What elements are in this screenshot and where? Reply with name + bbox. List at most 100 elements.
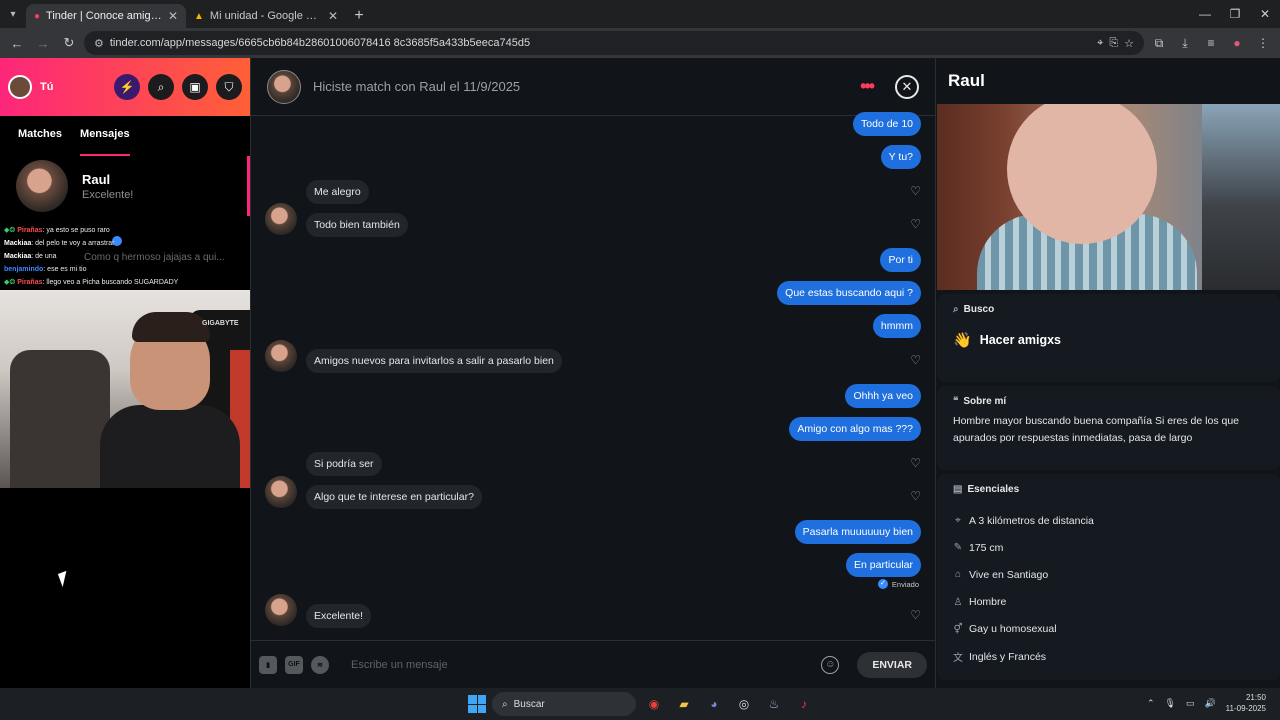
tiktok-icon[interactable]: ♪: [792, 692, 816, 716]
reading-list-icon[interactable]: ≡: [1200, 36, 1222, 50]
profile-icon[interactable]: ●: [1226, 36, 1248, 50]
clock[interactable]: 21:50 11-09-2025: [1226, 692, 1266, 714]
photo-laptop: [1202, 104, 1280, 290]
sent-status: ✓ Enviado: [877, 579, 919, 589]
address-bar[interactable]: ⚙ tinder.com/app/messages/6665cb6b84b286…: [84, 31, 1144, 55]
location-pin-icon: ⌖: [955, 515, 961, 527]
conversation-name: Raul: [82, 171, 111, 187]
close-tab-icon[interactable]: ✕: [168, 9, 178, 23]
message-avatar: [265, 476, 297, 508]
steam-icon[interactable]: ♨: [762, 692, 786, 716]
tab-mensajes[interactable]: Mensajes: [80, 128, 130, 156]
message-out: Todo de 10: [853, 112, 921, 136]
windows-start-icon[interactable]: [468, 695, 486, 713]
essential-text: Gay u homosexual: [969, 623, 1057, 636]
tab-google-drive[interactable]: ▲ Mi unidad - Google Drive ✕: [186, 4, 346, 28]
reload-icon[interactable]: ↻: [58, 35, 80, 51]
message-input[interactable]: [351, 658, 814, 671]
essentials-title: ▤ Esenciales: [953, 484, 1264, 495]
webcam-streamer-hair: [132, 312, 210, 342]
message-out: Pasarla muuuuuuy bien: [794, 520, 921, 544]
explore-icon[interactable]: ⌕: [148, 74, 174, 100]
tab-matches[interactable]: Matches: [18, 128, 62, 156]
waving-hand-icon: 👋: [953, 332, 972, 349]
essential-text: Inglés y Francés: [969, 650, 1047, 663]
spotify-icon[interactable]: ≋: [311, 655, 329, 674]
match-avatar[interactable]: [267, 69, 301, 104]
person-icon: ♙: [953, 596, 963, 608]
message-in: Algo que te interese en particular?: [306, 485, 482, 509]
download-icon[interactable]: ⤓: [1174, 36, 1196, 51]
essential-distance: ⌖ A 3 kilómetros de distancia: [953, 507, 1264, 534]
extensions-icon[interactable]: ⧉: [1148, 36, 1170, 51]
like-heart-icon[interactable]: ♡: [910, 608, 921, 622]
gif-button[interactable]: GIF: [285, 655, 303, 674]
chat-text: : ese es mi tio: [43, 266, 87, 273]
install-app-icon[interactable]: ⎘: [1109, 37, 1118, 50]
chat-text: : ya esto se puso raro: [42, 227, 110, 234]
chat-nick: Pirañas: [17, 227, 43, 234]
conversation-item-raul[interactable]: Raul Excelente!: [0, 156, 250, 216]
essential-text: A 3 kilómetros de distancia: [969, 514, 1094, 527]
chrome-icon[interactable]: ◉: [642, 692, 666, 716]
more-menu-icon[interactable]: ⋮: [1252, 36, 1274, 50]
boost-icon[interactable]: ⚡: [114, 74, 140, 100]
busco-card: ⌕ Busco 👋 Hacer amigxs: [937, 294, 1280, 382]
profile-name: Raul: [948, 71, 985, 90]
user-label[interactable]: Tú: [40, 81, 53, 93]
file-explorer-icon[interactable]: ▰: [672, 692, 696, 716]
tinder-favicon-icon: ●: [34, 10, 41, 22]
new-tab-button[interactable]: +: [346, 4, 372, 28]
like-heart-icon[interactable]: ♡: [910, 217, 921, 231]
busco-title: ⌕ Busco: [953, 304, 1264, 315]
volume-icon[interactable]: 🔊: [1204, 698, 1215, 709]
message-avatar: [265, 340, 297, 372]
taskbar-apps: ⌕ Buscar ◉ ▰ ◕ ◎ ♨ ♪: [468, 692, 816, 716]
taskbar-search[interactable]: ⌕ Buscar: [492, 692, 636, 716]
like-heart-icon[interactable]: ♡: [910, 184, 921, 198]
restore-icon[interactable]: ❐: [1220, 7, 1250, 21]
chat-nick: benjamindo: [4, 266, 44, 273]
emoji-icon[interactable]: ☺: [821, 655, 840, 674]
display-icon[interactable]: ▭: [1186, 698, 1195, 709]
essential-height: ✎ 175 cm: [953, 534, 1264, 561]
user-avatar[interactable]: [8, 75, 32, 99]
location-icon[interactable]: ⌖: [1097, 37, 1103, 50]
essential-text: 175 cm: [969, 541, 1004, 554]
sticker-icon[interactable]: ▮: [259, 655, 277, 674]
bookmark-star-icon[interactable]: ☆: [1124, 37, 1134, 50]
tray-chevron-icon[interactable]: ⌃: [1147, 698, 1155, 709]
url-text: tinder.com/app/messages/6665cb6b84b28601…: [109, 37, 531, 49]
site-info-icon[interactable]: ⚙: [94, 37, 104, 50]
more-options-icon[interactable]: •••: [860, 76, 875, 97]
like-heart-icon[interactable]: ♡: [910, 353, 921, 367]
tab-search-icon[interactable]: ▾: [0, 0, 26, 28]
shield-icon[interactable]: ⛉: [216, 74, 242, 100]
about-title: ❝ Sobre mí: [953, 396, 1264, 407]
message-avatar: [265, 594, 297, 626]
briefcase-icon[interactable]: ▣: [182, 74, 208, 100]
close-window-icon[interactable]: ✕: [1250, 7, 1280, 21]
essential-text: Hombre: [969, 596, 1007, 609]
message-out: Amigo con algo mas ???: [789, 417, 921, 441]
discord-icon[interactable]: ◕: [702, 692, 726, 716]
search-icon: ⌕: [953, 304, 959, 315]
close-tab-icon[interactable]: ✕: [328, 9, 338, 23]
profile-photo[interactable]: [937, 104, 1280, 290]
forward-icon[interactable]: →: [32, 36, 54, 51]
like-heart-icon[interactable]: ♡: [910, 489, 921, 503]
minimize-icon[interactable]: —: [1190, 7, 1220, 21]
microphone-icon[interactable]: 🎙: [1165, 698, 1176, 709]
like-heart-icon[interactable]: ♡: [910, 456, 921, 470]
back-icon[interactable]: ←: [6, 36, 28, 51]
obs-icon[interactable]: ◎: [732, 692, 756, 716]
ruler-icon: ✎: [953, 542, 963, 554]
webcam-streamer-body: [100, 405, 240, 488]
tab-title: Mi unidad - Google Drive: [209, 10, 322, 22]
taskbar: ⌕ Buscar ◉ ▰ ◕ ◎ ♨ ♪ ⌃ 🎙 ▭ 🔊 21:50 11-09…: [0, 688, 1280, 720]
tab-title: Tinder | Conoce amigos y gente: [46, 10, 162, 22]
close-chat-icon[interactable]: ✕: [895, 74, 919, 99]
tab-tinder[interactable]: ● Tinder | Conoce amigos y gente ✕: [26, 4, 186, 28]
send-button[interactable]: ENVIAR: [857, 651, 927, 678]
id-card-icon: ▤: [953, 484, 963, 495]
